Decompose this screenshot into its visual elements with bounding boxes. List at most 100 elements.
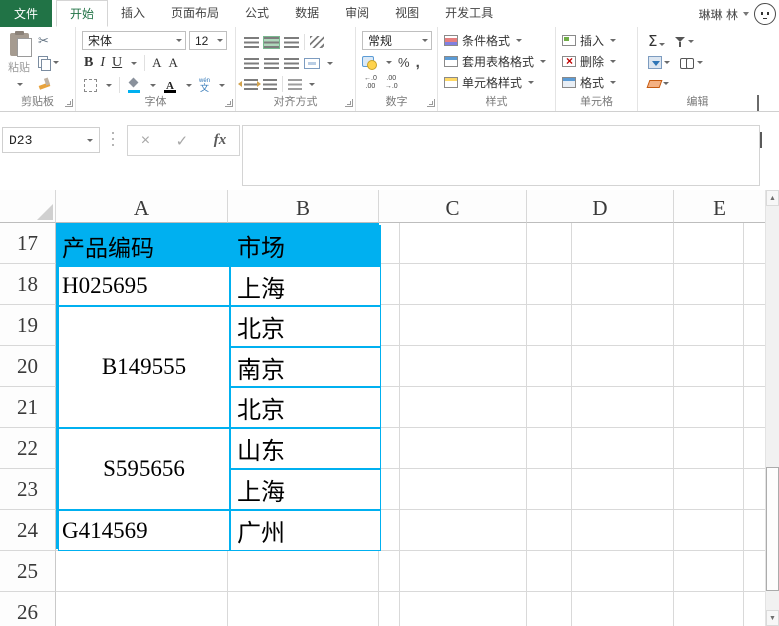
scroll-up-button[interactable]: ▲ — [766, 190, 779, 206]
insert-cells-button[interactable]: 插入 — [556, 30, 637, 51]
comma-style-button[interactable]: , — [416, 55, 420, 70]
tab-file[interactable]: 文件 — [0, 0, 52, 27]
italic-button[interactable]: I — [100, 55, 105, 71]
number-format-select[interactable]: 常规 — [362, 31, 432, 50]
vertical-scrollbar[interactable]: ▲ ▼ — [765, 190, 779, 626]
tab-formulas[interactable]: 公式 — [232, 0, 282, 27]
borders-button[interactable] — [84, 78, 97, 92]
row-header-19[interactable]: 19 — [0, 305, 56, 346]
chevron-down-icon[interactable] — [17, 83, 23, 86]
column-header-e[interactable]: E — [674, 190, 765, 223]
row-header-17[interactable]: 17 — [0, 223, 56, 264]
tab-home[interactable]: 开始 — [56, 0, 109, 27]
increase-indent-button[interactable] — [257, 78, 277, 90]
scrollbar-thumb[interactable] — [766, 467, 779, 591]
cell-a22-a23-merged[interactable]: S595656 — [58, 428, 230, 510]
tab-developer[interactable]: 开发工具 — [432, 0, 506, 27]
fill-color-dropdown[interactable] — [150, 83, 156, 87]
find-select-button[interactable] — [680, 57, 703, 69]
row-header-26[interactable]: 26 — [0, 592, 56, 626]
font-color-dropdown[interactable] — [186, 83, 192, 87]
cell-b23[interactable]: 上海 — [230, 469, 381, 510]
merge-center-button[interactable] — [304, 57, 320, 69]
tab-insert[interactable]: 插入 — [108, 0, 158, 27]
phonetic-guide-button[interactable]: wén 文 — [199, 78, 210, 93]
cell-a18[interactable]: H025695 — [58, 266, 230, 306]
phonetic-dropdown[interactable] — [219, 83, 226, 87]
row-header-21[interactable]: 21 — [0, 387, 56, 428]
align-middle-button[interactable] — [263, 35, 280, 49]
orientation-button[interactable] — [310, 36, 324, 48]
cancel-icon[interactable]: × — [141, 132, 150, 150]
dialog-launcher-icon[interactable] — [225, 99, 233, 107]
copy-button[interactable] — [38, 54, 59, 71]
cell-b20[interactable]: 南京 — [230, 347, 381, 387]
borders-dropdown[interactable] — [106, 83, 112, 87]
row-header-25[interactable]: 25 — [0, 551, 56, 592]
cell-a24[interactable]: G414569 — [58, 510, 230, 551]
tab-view[interactable]: 视图 — [382, 0, 432, 27]
row-header-24[interactable]: 24 — [0, 510, 56, 551]
scroll-down-button[interactable]: ▼ — [766, 610, 779, 626]
column-header-a[interactable]: A — [56, 190, 228, 223]
font-color-button[interactable]: A — [163, 78, 177, 93]
cell-styles-button[interactable]: 单元格样式 — [438, 72, 555, 93]
underline-dropdown[interactable] — [131, 61, 138, 65]
wrap-text-dropdown[interactable] — [309, 82, 315, 86]
formula-input[interactable] — [242, 125, 760, 186]
enter-icon[interactable]: ✓ — [176, 132, 189, 150]
wrap-text-button[interactable] — [288, 78, 302, 90]
row-header-20[interactable]: 20 — [0, 346, 56, 387]
formula-bar-expand-button[interactable] — [760, 132, 762, 148]
decrease-font-button[interactable]: A — [169, 55, 178, 71]
name-box[interactable]: D23 — [2, 127, 100, 153]
user-avatar[interactable] — [754, 3, 776, 25]
column-header-b[interactable]: B — [228, 190, 379, 223]
cell-b19[interactable]: 北京 — [230, 306, 381, 347]
bold-button[interactable]: B — [84, 55, 93, 71]
decrease-decimal-button[interactable]: .00 →.0 — [385, 75, 398, 91]
select-all-corner[interactable] — [0, 190, 56, 223]
delete-cells-button[interactable]: 删除 — [556, 51, 637, 72]
align-right-button[interactable] — [284, 57, 299, 69]
tab-page-layout[interactable]: 页面布局 — [158, 0, 232, 27]
fill-color-button[interactable] — [127, 78, 141, 93]
cell-a17[interactable]: 产品编码 — [58, 225, 230, 266]
clear-button[interactable] — [646, 79, 669, 88]
column-header-c[interactable]: C — [379, 190, 527, 223]
accounting-format-button[interactable] — [362, 56, 378, 70]
autosum-button[interactable]: Σ — [648, 34, 666, 49]
increase-font-button[interactable]: A — [152, 55, 161, 71]
row-header-23[interactable]: 23 — [0, 469, 56, 510]
percent-style-button[interactable]: % — [398, 55, 410, 70]
align-left-button[interactable] — [244, 57, 259, 69]
fill-button[interactable] — [648, 56, 670, 69]
cell-b18[interactable]: 上海 — [230, 266, 381, 306]
insert-function-icon[interactable]: fx — [214, 132, 227, 149]
merge-center-dropdown[interactable] — [327, 61, 333, 65]
underline-button[interactable]: U — [112, 55, 122, 71]
cell-b17[interactable]: 市场 — [230, 225, 381, 266]
name-box-dropdown[interactable] — [87, 138, 93, 142]
formula-bar-grip[interactable] — [112, 132, 114, 148]
font-size-select[interactable]: 12 — [189, 31, 227, 50]
tab-review[interactable]: 审阅 — [332, 0, 382, 27]
row-header-18[interactable]: 18 — [0, 264, 56, 305]
font-name-select[interactable]: 宋体 — [82, 31, 186, 50]
align-center-button[interactable] — [264, 57, 279, 69]
cell-b22[interactable]: 山东 — [230, 428, 381, 469]
decrease-indent-button[interactable] — [238, 78, 258, 90]
dialog-launcher-icon[interactable] — [345, 99, 353, 107]
cell-b21[interactable]: 北京 — [230, 387, 381, 428]
collapse-ribbon-button[interactable] — [757, 95, 765, 111]
paste-button[interactable]: 粘贴 — [4, 31, 34, 89]
dialog-launcher-icon[interactable] — [427, 99, 435, 107]
column-header-d[interactable]: D — [527, 190, 674, 223]
format-cells-button[interactable]: 格式 — [556, 72, 637, 93]
tab-data[interactable]: 数据 — [282, 0, 332, 27]
row-header-22[interactable]: 22 — [0, 428, 56, 469]
sort-filter-button[interactable] — [675, 36, 695, 48]
format-painter-button[interactable] — [38, 75, 59, 91]
dialog-launcher-icon[interactable] — [65, 99, 73, 107]
align-top-button[interactable] — [244, 36, 259, 48]
